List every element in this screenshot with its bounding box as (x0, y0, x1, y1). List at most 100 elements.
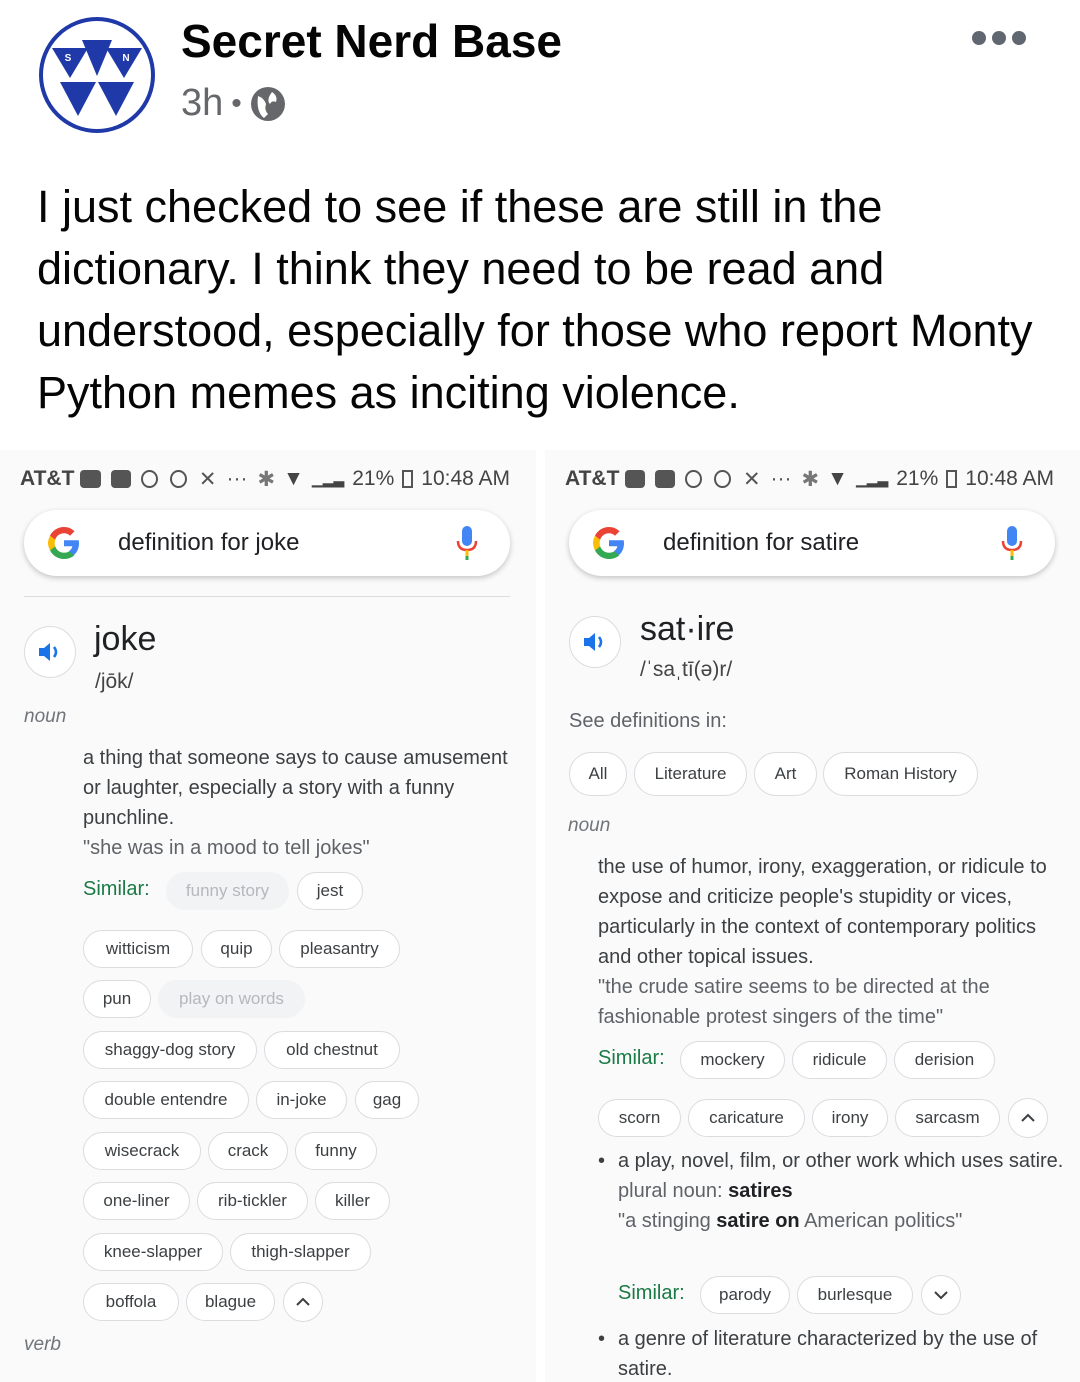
example-bold: satire on (716, 1210, 800, 1232)
synonym-chip[interactable]: sarcasm (895, 1099, 1000, 1137)
synonym-chip[interactable]: ridicule (792, 1041, 887, 1079)
filter-chip-art[interactable]: Art (754, 752, 817, 796)
synonym-chip[interactable]: killer (315, 1182, 390, 1220)
synonym-chip[interactable]: one-liner (83, 1182, 190, 1220)
microphone-icon[interactable] (456, 526, 478, 560)
synonym-chip[interactable]: thigh-slapper (230, 1233, 371, 1271)
bullet: • (598, 1150, 606, 1172)
avatar-letter: S (65, 53, 72, 64)
filter-chip-all[interactable]: All (569, 752, 627, 796)
bullet: • (598, 1328, 606, 1350)
satire-screenshot: AT&T ✕ ··· ✱ ▼ ▁▂▃ 21% 10:48 AM definiti… (545, 450, 1080, 1382)
speaker-icon (39, 643, 58, 661)
similar-label: Similar: (618, 1282, 685, 1304)
missed-call-icon: ✕ (742, 467, 761, 491)
synonym-chip[interactable]: blague (186, 1283, 275, 1321)
status-bar: AT&T ✕ ··· ✱ ▼ ▁▂▃ 21% 10:48 AM (545, 464, 1080, 494)
synonym-chip[interactable]: gag (355, 1081, 419, 1119)
synonym-chip[interactable]: knee-slapper (83, 1233, 223, 1271)
chevron-up-icon (296, 1297, 310, 1306)
synonym-chip[interactable]: old chestnut (264, 1031, 400, 1069)
headword: joke (94, 620, 157, 658)
part-of-speech: noun (24, 706, 67, 727)
synonym-chip[interactable]: pun (83, 980, 151, 1018)
pronounce-button[interactable] (569, 616, 621, 668)
synonym-chip[interactable]: parody (700, 1276, 790, 1314)
search-query[interactable]: definition for joke (118, 529, 456, 557)
wifi-icon: ▼ (827, 467, 848, 490)
microphone-icon[interactable] (1001, 526, 1023, 560)
page-avatar[interactable]: S N B (38, 16, 156, 134)
status-time: 10:48 AM (421, 467, 510, 490)
filter-chip-roman-history[interactable]: Roman History (823, 752, 978, 796)
globe-icon (250, 86, 285, 121)
more-options-button[interactable] (972, 26, 1028, 50)
more-dot (972, 31, 986, 45)
synonym-chip[interactable]: in-joke (256, 1081, 347, 1119)
more-notifications: ··· (226, 467, 248, 490)
headword: sat·ire (640, 610, 735, 648)
synonym-chip[interactable]: burlesque (797, 1276, 913, 1314)
synonym-chip[interactable]: scorn (598, 1099, 681, 1137)
filter-chip-literature[interactable]: Literature (634, 752, 747, 796)
definition-text: a thing that someone says to cause amuse… (83, 747, 508, 829)
synonym-chip[interactable]: crack (208, 1132, 288, 1170)
phonetic: /jōk/ (95, 670, 134, 693)
carrier: AT&T (565, 467, 620, 490)
similar-label: Similar: (83, 878, 150, 900)
synonym-chip[interactable]: derision (894, 1041, 995, 1079)
notification-icon (655, 470, 676, 488)
more-dot (1012, 31, 1026, 45)
bluetooth-icon: ✱ (257, 467, 276, 491)
synonym-chip[interactable]: double entendre (83, 1081, 249, 1119)
collapse-button[interactable] (1008, 1098, 1048, 1138)
synonym-chip[interactable]: rib-tickler (197, 1182, 308, 1220)
meta-separator: • (231, 86, 242, 120)
synonym-chip[interactable]: mockery (680, 1041, 785, 1079)
search-bar[interactable]: definition for joke (24, 510, 510, 576)
example-sentence: "she was in a mood to tell jokes" (83, 837, 370, 859)
battery-icon (402, 470, 414, 488)
google-g-icon (48, 527, 79, 559)
pronounce-button[interactable] (24, 626, 76, 678)
pinterest-icon (169, 470, 187, 488)
expand-button[interactable] (921, 1275, 961, 1315)
post-time[interactable]: 3h (181, 82, 223, 125)
missed-call-icon: ✕ (198, 467, 217, 491)
plural-label: plural noun: (618, 1180, 723, 1202)
wifi-icon: ▼ (283, 467, 304, 490)
more-dot (992, 31, 1006, 45)
search-query[interactable]: definition for satire (663, 529, 1001, 557)
synonym-chip[interactable]: funny (295, 1132, 377, 1170)
synonym-chip[interactable]: shaggy-dog story (83, 1031, 257, 1069)
notification-icon (80, 470, 101, 488)
synonym-chip[interactable]: funny story (166, 872, 289, 910)
synonym-chip[interactable]: witticism (83, 930, 193, 968)
synonym-chip[interactable]: irony (812, 1099, 888, 1137)
speaker-icon (584, 633, 603, 651)
page-name[interactable]: Secret Nerd Base (181, 14, 562, 68)
synonym-chip[interactable]: jest (297, 872, 363, 910)
synonym-chip[interactable]: play on words (158, 980, 305, 1018)
google-g-icon (593, 527, 624, 559)
battery-icon (946, 470, 958, 488)
example-part: American politics" (804, 1210, 963, 1232)
synonym-chip[interactable]: boffola (83, 1283, 179, 1321)
synonym-chip[interactable]: wisecrack (83, 1132, 201, 1170)
synonym-chip[interactable]: caricature (688, 1099, 805, 1137)
plural-value: satires (728, 1180, 793, 1202)
chevron-down-icon (934, 1291, 948, 1300)
collapse-button[interactable] (283, 1282, 323, 1322)
synonym-chip[interactable]: pleasantry (279, 930, 400, 968)
battery-percent: 21% (896, 467, 939, 490)
definition: the use of humor, irony, exaggeration, o… (598, 852, 1063, 1032)
search-bar[interactable]: definition for satire (569, 510, 1055, 576)
joke-screenshot: AT&T ✕ ··· ✱ ▼ ▁▂▃ 21% 10:48 AM definiti… (0, 450, 536, 1382)
example-sentence: "the crude satire seems to be directed a… (598, 976, 990, 1028)
plural-line: plural noun: satires (598, 1176, 1068, 1206)
phonetic: /ˈsaˌtī(ə)r/ (640, 658, 733, 681)
part-of-speech: verb (24, 1334, 61, 1355)
example-part: "a stinging (618, 1210, 711, 1232)
similar-label: Similar: (598, 1047, 665, 1069)
synonym-chip[interactable]: quip (201, 930, 272, 968)
